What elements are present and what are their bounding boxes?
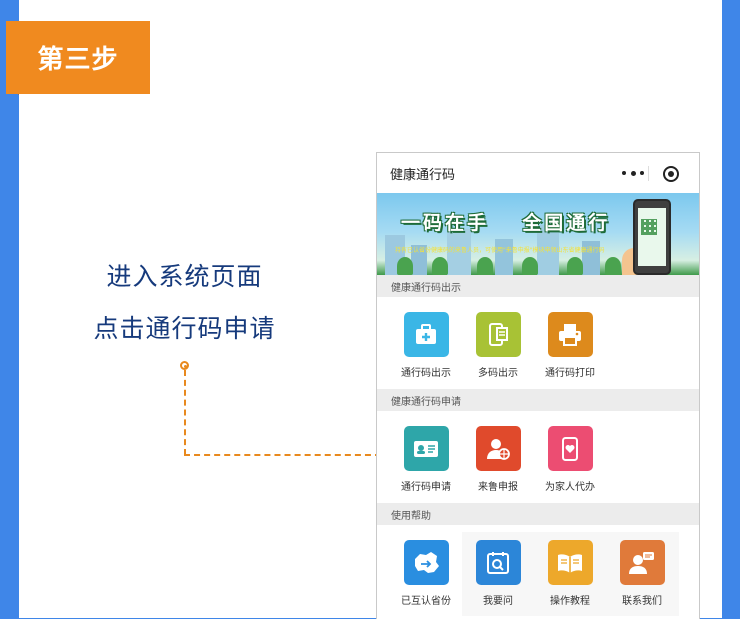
tree-shape	[432, 257, 448, 275]
tile-label: 我要问	[483, 596, 513, 607]
qr-code-icon	[641, 219, 657, 235]
tile-pass-code-show[interactable]: 通行码出示	[390, 312, 462, 379]
section-header-show: 健康通行码出示	[377, 275, 699, 297]
tile-label: 通行码申请	[401, 482, 451, 493]
connector-vertical-line	[184, 370, 186, 455]
phone-illustration	[633, 199, 671, 275]
phone-doc-icon	[475, 312, 521, 357]
tile-family-agent[interactable]: 为家人代办	[534, 426, 606, 493]
user-globe-icon	[475, 426, 521, 471]
contact-card-icon	[619, 540, 665, 585]
tile-label: 多码出示	[478, 368, 518, 379]
calendar-search-icon	[475, 540, 521, 585]
tile-pass-code-apply[interactable]: 通行码申请	[390, 426, 462, 493]
tile-recognized-provinces[interactable]: 已互认省份	[390, 540, 462, 607]
tile-come-to-shandong-report[interactable]: 来鲁申报	[462, 426, 534, 493]
section-title: 健康通行码出示	[391, 283, 461, 294]
id-card-icon	[403, 426, 449, 471]
tile-label: 通行码出示	[401, 368, 451, 379]
mini-app-header: 健康通行码	[377, 153, 699, 193]
banner-headline: 一码在手 全国通行	[401, 208, 610, 235]
close-target-icon[interactable]	[663, 166, 679, 182]
china-map-icon	[403, 540, 449, 585]
briefcase-plus-icon	[403, 312, 449, 357]
section-header-apply: 健康通行码申请	[377, 389, 699, 411]
description-line-1: 进入系统页面	[106, 262, 263, 291]
tile-ask-question[interactable]: 我要问	[462, 540, 534, 607]
book-icon	[547, 540, 593, 585]
mini-app-title: 健康通行码	[390, 168, 456, 183]
section-title: 健康通行码申请	[391, 397, 461, 408]
tile-label: 通行码打印	[545, 368, 595, 379]
tree-shape	[477, 257, 493, 275]
more-icon[interactable]	[622, 166, 644, 180]
banner-headline-left: 一码在手	[401, 212, 490, 234]
connector-start-dot	[180, 361, 189, 370]
printer-icon	[547, 312, 593, 357]
tile-label: 已互认省份	[401, 596, 451, 607]
tile-tutorial[interactable]: 操作教程	[534, 540, 606, 607]
capsule-divider	[648, 166, 649, 181]
banner-subtext: 持有已认省份健康码的来鲁人员，可使用"来鲁申报"模块申领山东省健康通行码	[395, 247, 605, 254]
promo-banner[interactable]: 一码在手 全国通行 持有已认省份健康码的来鲁人员，可使用"来鲁申报"模块申领山东…	[377, 193, 699, 275]
description-line-2: 点击通行码申请	[93, 314, 276, 343]
tile-label: 来鲁申报	[478, 482, 518, 493]
connector-horizontal-line	[184, 454, 381, 456]
step-badge: 第三步	[6, 21, 150, 94]
tile-multi-code-show[interactable]: 多码出示	[462, 312, 534, 379]
section-header-help: 使用帮助	[377, 503, 699, 525]
tile-label: 操作教程	[550, 596, 590, 607]
tree-shape	[522, 257, 538, 275]
tile-contact-us[interactable]: 联系我们	[606, 540, 678, 607]
tile-pass-code-print[interactable]: 通行码打印	[534, 312, 606, 379]
phone-heart-icon	[547, 426, 593, 471]
section-title: 使用帮助	[391, 511, 431, 522]
tree-shape	[567, 257, 583, 275]
tile-label: 为家人代办	[545, 482, 595, 493]
tree-shape	[397, 257, 413, 275]
mini-app-screenshot: 健康通行码 一码在手 全国通行 持有已认省份健康码的来鲁人员，可使用"来鲁申报"…	[376, 152, 700, 619]
tile-label: 联系我们	[622, 596, 662, 607]
tree-shape	[605, 257, 621, 275]
banner-headline-right: 全国通行	[522, 212, 611, 234]
